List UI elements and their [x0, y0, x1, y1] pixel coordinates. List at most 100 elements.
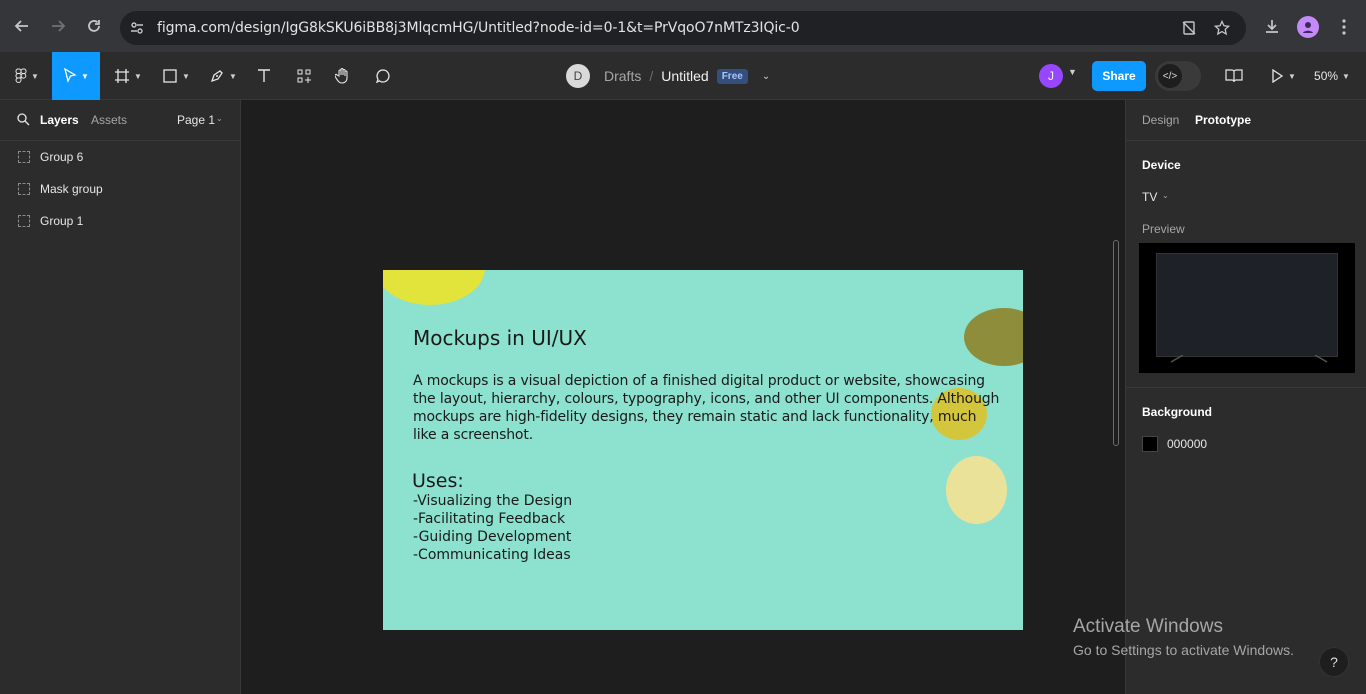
- paragraph-line: like a screenshot.: [413, 427, 533, 443]
- tab-layers[interactable]: Layers: [40, 113, 79, 127]
- divider: [1126, 140, 1366, 141]
- page-selector[interactable]: Page 1: [177, 113, 215, 127]
- background-heading: Background: [1142, 405, 1213, 419]
- group-icon: [18, 183, 30, 195]
- layer-name: Group 6: [40, 150, 84, 164]
- layer-name: Mask group: [40, 182, 103, 196]
- olive-blob-shape[interactable]: [964, 308, 1023, 366]
- figma-logo-icon: [15, 68, 27, 83]
- cast-blocked-icon[interactable]: [1180, 19, 1198, 37]
- user-avatar[interactable]: J: [1039, 64, 1063, 88]
- shape-tool[interactable]: ▼: [158, 52, 194, 100]
- breadcrumb-folder[interactable]: Drafts: [604, 68, 641, 84]
- canvas-scrollbar[interactable]: [1113, 240, 1119, 446]
- background-color-value[interactable]: 000000: [1167, 437, 1207, 451]
- profile-avatar-icon[interactable]: [1297, 16, 1319, 38]
- chevron-down-icon[interactable]: ⌄: [762, 71, 770, 82]
- activate-windows-watermark: Activate Windows Go to Settings to activ…: [1073, 616, 1294, 658]
- uses-heading[interactable]: Uses:: [412, 470, 464, 492]
- layer-row[interactable]: Group 6: [0, 141, 240, 173]
- cursor-icon: [64, 68, 77, 83]
- paragraph-line: the layout, hierarchy, colours, typograp…: [413, 391, 1000, 407]
- tv-screen-preview: [1156, 253, 1338, 357]
- present-button[interactable]: ▼: [1266, 52, 1300, 100]
- uses-list[interactable]: -Visualizing the Design -Facilitating Fe…: [413, 492, 572, 564]
- frame-paragraph[interactable]: A mockups is a visual depiction of a fin…: [413, 372, 999, 444]
- chevron-down-icon[interactable]: ⌄: [1162, 191, 1169, 200]
- file-name[interactable]: Untitled: [661, 68, 708, 84]
- list-item: -Communicating Ideas: [413, 547, 571, 563]
- chevron-down-icon: ▼: [229, 71, 237, 81]
- chevron-down-icon: ▼: [31, 71, 39, 81]
- plan-badge: Free: [716, 68, 748, 84]
- tab-assets[interactable]: Assets: [91, 113, 127, 127]
- tab-design[interactable]: Design: [1142, 113, 1179, 127]
- text-icon: [258, 69, 270, 82]
- paragraph-line: mockups are high-fidelity designs, they …: [413, 409, 977, 425]
- yellow-blob-shape[interactable]: [383, 270, 485, 305]
- back-icon[interactable]: [10, 14, 34, 38]
- tab-prototype[interactable]: Prototype: [1195, 113, 1251, 127]
- download-icon[interactable]: [1261, 16, 1283, 38]
- comment-icon: [375, 69, 390, 84]
- play-icon: [1272, 69, 1284, 83]
- components-icon: [297, 69, 311, 83]
- team-avatar[interactable]: D: [566, 64, 590, 88]
- pen-tool[interactable]: ▼: [205, 52, 241, 100]
- address-bar[interactable]: figma.com/design/IgG8kSKU6iBB8j3MlqcmHG/…: [120, 11, 1246, 45]
- chevron-down-icon[interactable]: ▼: [1068, 67, 1077, 77]
- resources-tool[interactable]: [294, 52, 314, 100]
- code-icon: </>: [1158, 64, 1182, 88]
- chevron-down-icon: ▼: [134, 71, 142, 81]
- background-color-swatch[interactable]: [1142, 436, 1158, 452]
- more-menu-icon[interactable]: [1333, 16, 1355, 38]
- layers-panel: Layers Assets Page 1 ⌄ Group 6 Mask grou…: [0, 100, 241, 694]
- rectangle-icon: [163, 69, 177, 83]
- group-icon: [18, 151, 30, 163]
- site-settings-icon[interactable]: [128, 19, 146, 37]
- layer-row[interactable]: Group 1: [0, 205, 240, 237]
- chevron-down-icon[interactable]: ⌄: [216, 114, 223, 123]
- group-icon: [18, 215, 30, 227]
- url-text: figma.com/design/IgG8kSKU6iBB8j3MlqcmHG/…: [157, 20, 800, 36]
- zoom-menu[interactable]: 50% ▼: [1310, 52, 1354, 100]
- properties-panel: Design Prototype Device TV ⌄ Preview Bac…: [1125, 100, 1366, 694]
- preview-label: Preview: [1142, 222, 1185, 236]
- hand-icon: [335, 67, 348, 84]
- design-canvas[interactable]: Mockups in UI/UX A mockups is a visual d…: [241, 100, 1125, 694]
- dev-mode-toggle[interactable]: </>: [1155, 61, 1201, 91]
- chevron-down-icon: ▼: [1342, 71, 1350, 81]
- frame-tool[interactable]: ▼: [110, 52, 146, 100]
- text-tool[interactable]: [254, 52, 274, 100]
- list-item: -Facilitating Feedback: [413, 511, 566, 527]
- search-icon[interactable]: [17, 113, 30, 131]
- help-button[interactable]: ?: [1319, 647, 1349, 677]
- move-tool[interactable]: ▼: [52, 52, 100, 100]
- comment-tool[interactable]: [373, 52, 393, 100]
- chevron-down-icon: ▼: [81, 71, 89, 81]
- forward-icon[interactable]: [46, 14, 70, 38]
- layer-row[interactable]: Mask group: [0, 173, 240, 205]
- chevron-down-icon: ▼: [1288, 71, 1296, 81]
- cream-blob-shape[interactable]: [946, 456, 1007, 524]
- bookmark-star-icon[interactable]: [1213, 19, 1231, 37]
- device-heading: Device: [1142, 158, 1181, 172]
- activate-title: Activate Windows: [1073, 616, 1223, 637]
- hand-tool[interactable]: [333, 52, 353, 100]
- breadcrumb: D Drafts / Untitled Free ⌄: [566, 52, 770, 100]
- design-frame[interactable]: Mockups in UI/UX A mockups is a visual d…: [383, 270, 1023, 630]
- chevron-down-icon: ▼: [182, 71, 190, 81]
- frame-title[interactable]: Mockups in UI/UX: [413, 326, 587, 350]
- reload-icon[interactable]: [82, 14, 106, 38]
- library-button[interactable]: [1222, 52, 1246, 100]
- zoom-level: 50%: [1314, 69, 1339, 83]
- main-menu-button[interactable]: ▼: [10, 52, 44, 100]
- browser-toolbar: figma.com/design/IgG8kSKU6iBB8j3MlqcmHG/…: [0, 0, 1366, 52]
- layer-name: Group 1: [40, 214, 84, 228]
- list-item: -Guiding Development: [413, 529, 572, 545]
- tv-stand-icon: [1170, 355, 1328, 363]
- device-select[interactable]: TV: [1142, 190, 1157, 204]
- activate-subtitle: Go to Settings to activate Windows.: [1073, 642, 1294, 658]
- list-item: -Visualizing the Design: [413, 493, 573, 509]
- share-button[interactable]: Share: [1092, 61, 1146, 91]
